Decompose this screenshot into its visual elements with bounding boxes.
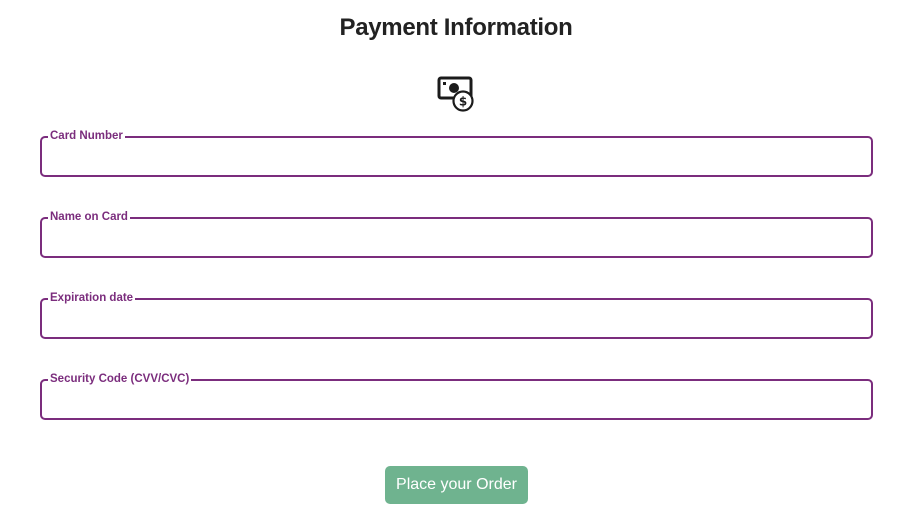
security-code-input[interactable] [50, 384, 863, 414]
expiration-date-field: Expiration date [40, 292, 873, 339]
page-title: Payment Information [339, 14, 573, 41]
security-code-field: Security Code (CVV/CVC) [40, 373, 873, 420]
card-number-input[interactable] [50, 141, 863, 171]
svg-text:$: $ [459, 95, 467, 109]
name-on-card-input[interactable] [50, 222, 863, 252]
expiration-date-input[interactable] [50, 303, 863, 333]
money-icon: $ [437, 76, 475, 112]
payment-page: Payment Information $ Card Number Name o… [0, 0, 922, 522]
place-order-button[interactable]: Place your Order [385, 466, 528, 504]
name-on-card-field: Name on Card [40, 211, 873, 258]
card-number-field: Card Number [40, 130, 873, 177]
